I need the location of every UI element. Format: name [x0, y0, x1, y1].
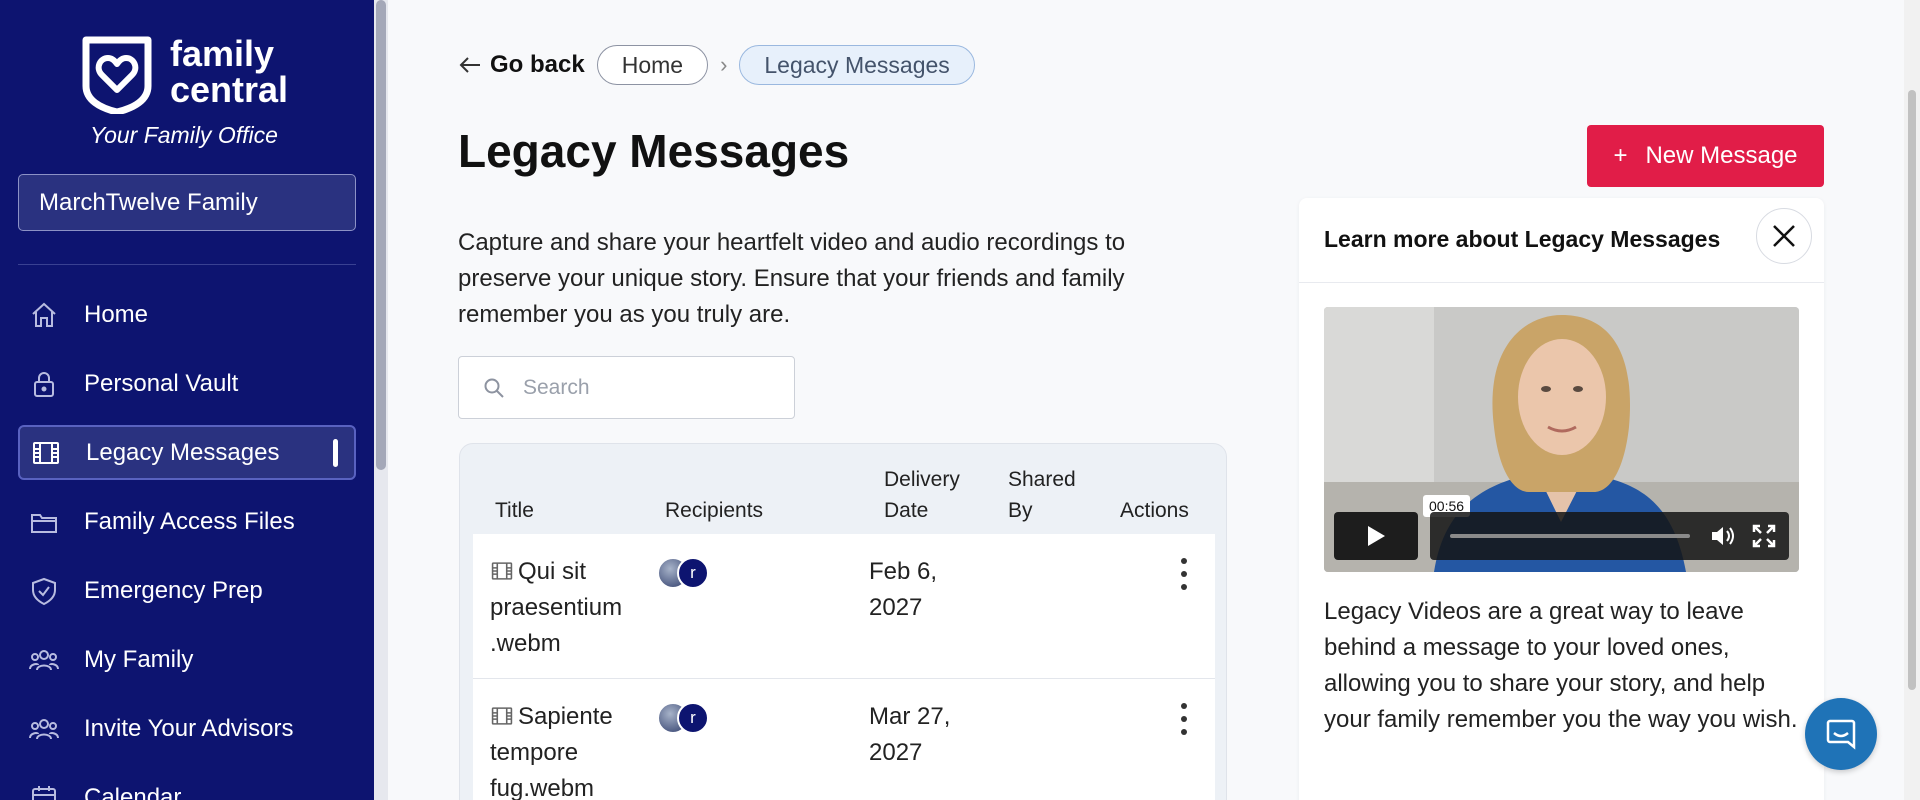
- family-selector[interactable]: MarchTwelve Family: [18, 174, 356, 231]
- header-delivery-date-line2: Date: [884, 499, 929, 522]
- page-title: Legacy Messages: [458, 125, 850, 177]
- chat-launcher-button[interactable]: [1805, 698, 1877, 770]
- folder-icon: [28, 506, 60, 538]
- sidebar-item-label: Invite Your Advisors: [84, 714, 294, 742]
- sidebar-item-label: My Family: [84, 645, 194, 673]
- header-recipients[interactable]: Recipients: [665, 495, 763, 526]
- table-row[interactable]: Qui sit praesentium .webm r Feb 6, 2027: [473, 534, 1215, 679]
- sidebar-item-label: Family Access Files: [84, 507, 295, 535]
- message-title[interactable]: Sapiente tempore fug.webm: [490, 699, 630, 800]
- people-icon: [28, 713, 60, 745]
- brand-logo[interactable]: family central Your Family Office: [78, 34, 308, 148]
- page-scrollbar-thumb[interactable]: [1908, 90, 1916, 690]
- message-title[interactable]: Qui sit praesentium .webm: [490, 554, 630, 662]
- chat-icon: [1826, 719, 1856, 750]
- new-message-label: New Message: [1645, 142, 1798, 169]
- play-button[interactable]: [1334, 512, 1418, 560]
- search-input[interactable]: [523, 375, 773, 400]
- video-controls: [1334, 512, 1789, 560]
- sidebar: family central Your Family Office MarchT…: [0, 0, 374, 800]
- panel-header: Learn more about Legacy Messages: [1299, 198, 1824, 283]
- brand-name: family central: [170, 36, 288, 108]
- sidebar-item-legacy-messages[interactable]: Legacy Messages: [18, 425, 356, 480]
- sidebar-divider: [18, 264, 356, 265]
- brand-tagline: Your Family Office: [90, 122, 278, 148]
- breadcrumb-home[interactable]: Home: [596, 45, 709, 85]
- sidebar-item-my-family[interactable]: My Family: [18, 632, 356, 687]
- sidebar-item-emergency-prep[interactable]: Emergency Prep: [18, 563, 356, 618]
- new-message-button[interactable]: + New Message: [1587, 125, 1824, 187]
- heart-shield-logo-icon: [82, 36, 152, 114]
- film-icon: [491, 707, 513, 725]
- go-back-link[interactable]: Go back: [458, 51, 585, 79]
- page-scrollbar[interactable]: [1904, 0, 1920, 800]
- delivery-date: Feb 6, 2027: [869, 554, 969, 626]
- close-icon: [1773, 225, 1795, 247]
- sidebar-item-label: Emergency Prep: [84, 576, 263, 604]
- sidebar-scrollbar[interactable]: [374, 0, 388, 800]
- header-shared-by-line1: Shared: [1008, 468, 1076, 491]
- delivery-date-text: Feb 6, 2027: [869, 558, 938, 621]
- brand-name-line2: central: [170, 69, 289, 110]
- sidebar-scrollbar-thumb[interactable]: [376, 0, 386, 470]
- search-icon: [484, 378, 504, 398]
- table-body: Qui sit praesentium .webm r Feb 6, 2027 …: [473, 534, 1215, 800]
- header-title[interactable]: Title: [495, 495, 534, 526]
- calendar-icon: [28, 782, 60, 800]
- close-button[interactable]: [1756, 208, 1812, 264]
- panel-title: Learn more about Legacy Messages: [1324, 226, 1721, 252]
- header-actions: Actions: [1120, 499, 1189, 522]
- home-icon: [28, 299, 60, 331]
- brand-name-line1: family: [170, 33, 275, 74]
- more-actions-icon[interactable]: [1173, 556, 1195, 592]
- avatar: r: [677, 557, 709, 589]
- video-progress-bar[interactable]: [1450, 534, 1690, 538]
- sidebar-item-invite-advisors[interactable]: Invite Your Advisors: [18, 701, 356, 756]
- header-shared-by[interactable]: Shared By: [1008, 464, 1076, 526]
- header-shared-by-line2: By: [1008, 499, 1033, 522]
- people-icon: [28, 644, 60, 676]
- active-indicator: [333, 439, 338, 467]
- header-delivery-date-line1: Delivery: [884, 468, 960, 491]
- play-icon: [1368, 526, 1385, 546]
- breadcrumb-current: Legacy Messages: [739, 45, 975, 85]
- video-player[interactable]: 00:56: [1324, 307, 1799, 572]
- sidebar-item-label: Personal Vault: [84, 369, 239, 397]
- video-control-bar: [1430, 512, 1789, 560]
- header-delivery-date[interactable]: Delivery Date: [884, 464, 960, 526]
- sidebar-item-label: Home: [84, 300, 149, 328]
- plus-icon: +: [1613, 142, 1628, 169]
- recipient-avatars[interactable]: r: [657, 702, 717, 734]
- film-icon: [491, 562, 513, 580]
- panel-description: Legacy Videos are a great way to leave b…: [1324, 598, 1798, 733]
- sidebar-nav: Home Personal Vault Legacy Messages Fami…: [18, 287, 356, 800]
- sidebar-item-personal-vault[interactable]: Personal Vault: [18, 356, 356, 411]
- arrow-left-icon: [459, 57, 480, 73]
- go-back-label: Go back: [490, 51, 585, 78]
- delivery-date: Mar 27, 2027: [869, 699, 969, 771]
- learn-more-panel: Learn more about Legacy Messages 00:56 L…: [1299, 198, 1824, 800]
- messages-table: Title Recipients Delivery Date Shared By…: [459, 443, 1227, 800]
- sidebar-item-calendar[interactable]: Calendar: [18, 770, 356, 800]
- sidebar-item-label: Calendar: [84, 783, 182, 800]
- page-description: Capture and share your heartfelt video a…: [458, 229, 1126, 328]
- breadcrumb: Go back Home › Legacy Messages: [458, 45, 975, 85]
- sidebar-item-home[interactable]: Home: [18, 287, 356, 342]
- chevron-right-icon: ›: [720, 52, 728, 77]
- search-box[interactable]: [458, 356, 795, 419]
- avatar: r: [677, 702, 709, 734]
- lock-icon: [28, 368, 60, 400]
- fullscreen-icon[interactable]: [1752, 524, 1776, 548]
- sidebar-item-family-access-files[interactable]: Family Access Files: [18, 494, 356, 549]
- volume-icon[interactable]: [1710, 524, 1736, 548]
- delivery-date-text: Mar 27, 2027: [869, 703, 951, 766]
- recipient-avatars[interactable]: r: [657, 557, 717, 589]
- more-actions-icon[interactable]: [1173, 701, 1195, 737]
- shield-icon: [28, 575, 60, 607]
- film-icon: [30, 437, 62, 469]
- sidebar-item-label: Legacy Messages: [86, 438, 280, 466]
- table-row[interactable]: Sapiente tempore fug.webm r Mar 27, 2027: [473, 679, 1215, 800]
